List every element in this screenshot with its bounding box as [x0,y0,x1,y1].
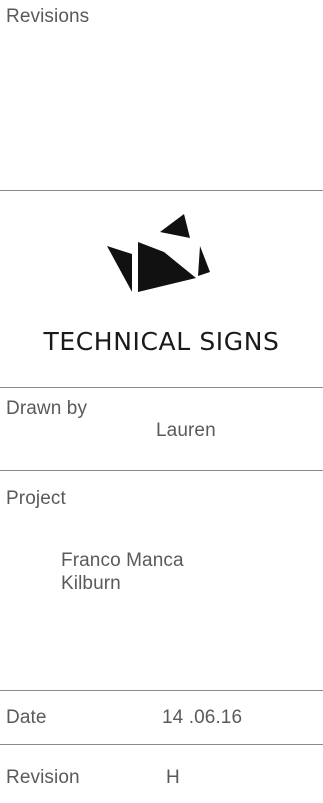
revision-value: H [166,767,180,788]
project-label: Project [6,488,66,509]
divider-company [0,387,323,388]
company-name: TECHNICAL SIGNS [43,327,280,356]
divider-project [0,690,323,691]
drawn-by-value: Lauren [156,420,216,441]
date-value: 14 .06.16 [162,707,243,728]
divider-revisions [0,190,323,191]
revisions-label: Revisions [6,6,90,27]
date-label: Date [6,707,47,728]
revision-label: Revision [6,767,80,788]
project-line-2: Kilburn [61,573,121,594]
project-line-1: Franco Manca [61,550,184,571]
divider-date [0,744,323,745]
divider-drawn-by [0,470,323,471]
drawn-by-label: Drawn by [6,398,88,419]
ts-monogram-logo-icon [107,214,210,292]
